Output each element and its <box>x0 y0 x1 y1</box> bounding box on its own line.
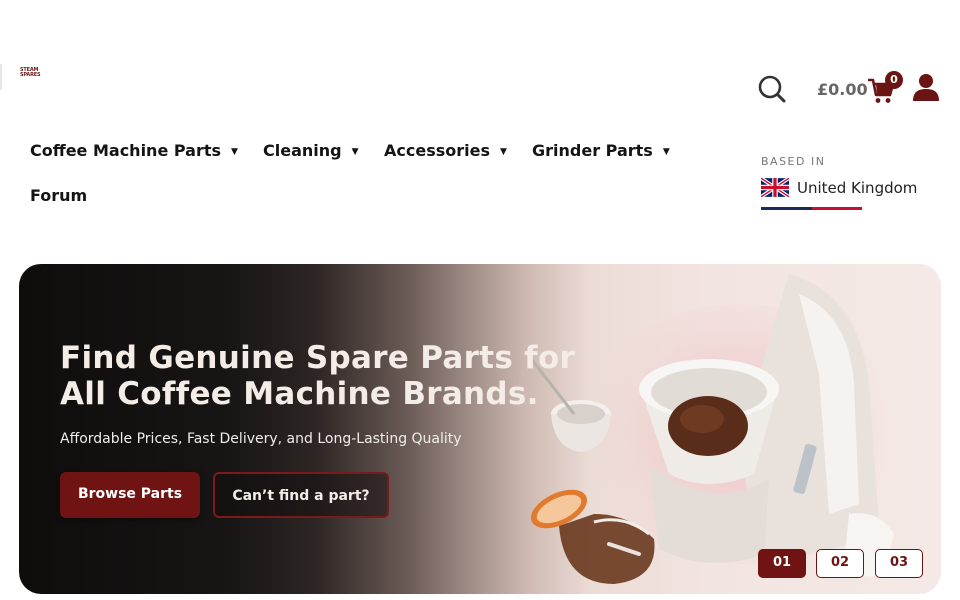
site-logo[interactable]: STEAM SPARES <box>20 68 48 82</box>
cart-total[interactable]: £0.00 <box>817 80 868 99</box>
nav-item-label: Cleaning <box>263 141 342 160</box>
nav-item-accessories[interactable]: Accessories ▼ <box>384 141 507 160</box>
uk-flag-icon <box>761 178 789 197</box>
based-in-label: BASED IN <box>761 155 826 168</box>
browse-parts-button[interactable]: Browse Parts <box>60 472 200 518</box>
logo-divider <box>0 64 2 90</box>
hero-title: Find Genuine Spare Parts for All Coffee … <box>60 340 580 412</box>
search-button[interactable] <box>757 74 787 104</box>
nav-item-cleaning[interactable]: Cleaning ▼ <box>263 141 359 160</box>
caret-down-icon: ▼ <box>351 147 359 157</box>
country-selector[interactable]: United Kingdom <box>761 178 917 197</box>
slide-button-2[interactable]: 02 <box>816 549 864 578</box>
slide-button-1[interactable]: 01 <box>758 549 806 578</box>
slide-button-3[interactable]: 03 <box>875 549 923 578</box>
account-button[interactable] <box>911 72 941 102</box>
nav-item-label: Forum <box>30 186 88 205</box>
coffee-machine-illustration <box>527 274 894 584</box>
caret-down-icon: ▼ <box>662 147 670 157</box>
hero-title-line-2: All Coffee Machine Brands. <box>60 376 539 412</box>
nav-item-forum[interactable]: Forum <box>30 186 87 205</box>
nav-item-grinder-parts[interactable]: Grinder Parts ▼ <box>532 141 670 160</box>
search-icon <box>758 75 786 103</box>
country-name: United Kingdom <box>797 178 918 197</box>
cant-find-part-button[interactable]: Can’t find a part? <box>213 472 389 518</box>
cart-count-badge: 0 <box>885 71 903 89</box>
user-icon <box>913 74 939 101</box>
caret-down-icon: ▼ <box>500 147 507 157</box>
nav-item-label: Accessories <box>384 141 490 160</box>
country-underline <box>761 207 862 210</box>
logo-text-bottom: SPARES <box>20 72 41 78</box>
caret-down-icon: ▼ <box>231 147 238 157</box>
hero-title-line-1: Find Genuine Spare Parts for <box>60 340 576 376</box>
nav-item-label: Coffee Machine Parts <box>30 141 222 160</box>
hero-subtitle: Affordable Prices, Fast Delivery, and Lo… <box>60 431 462 447</box>
nav-item-label: Grinder Parts <box>532 141 653 160</box>
hero-banner: Find Genuine Spare Parts for All Coffee … <box>19 264 941 594</box>
nav-item-coffee-machine-parts[interactable]: Coffee Machine Parts ▼ <box>30 141 238 160</box>
